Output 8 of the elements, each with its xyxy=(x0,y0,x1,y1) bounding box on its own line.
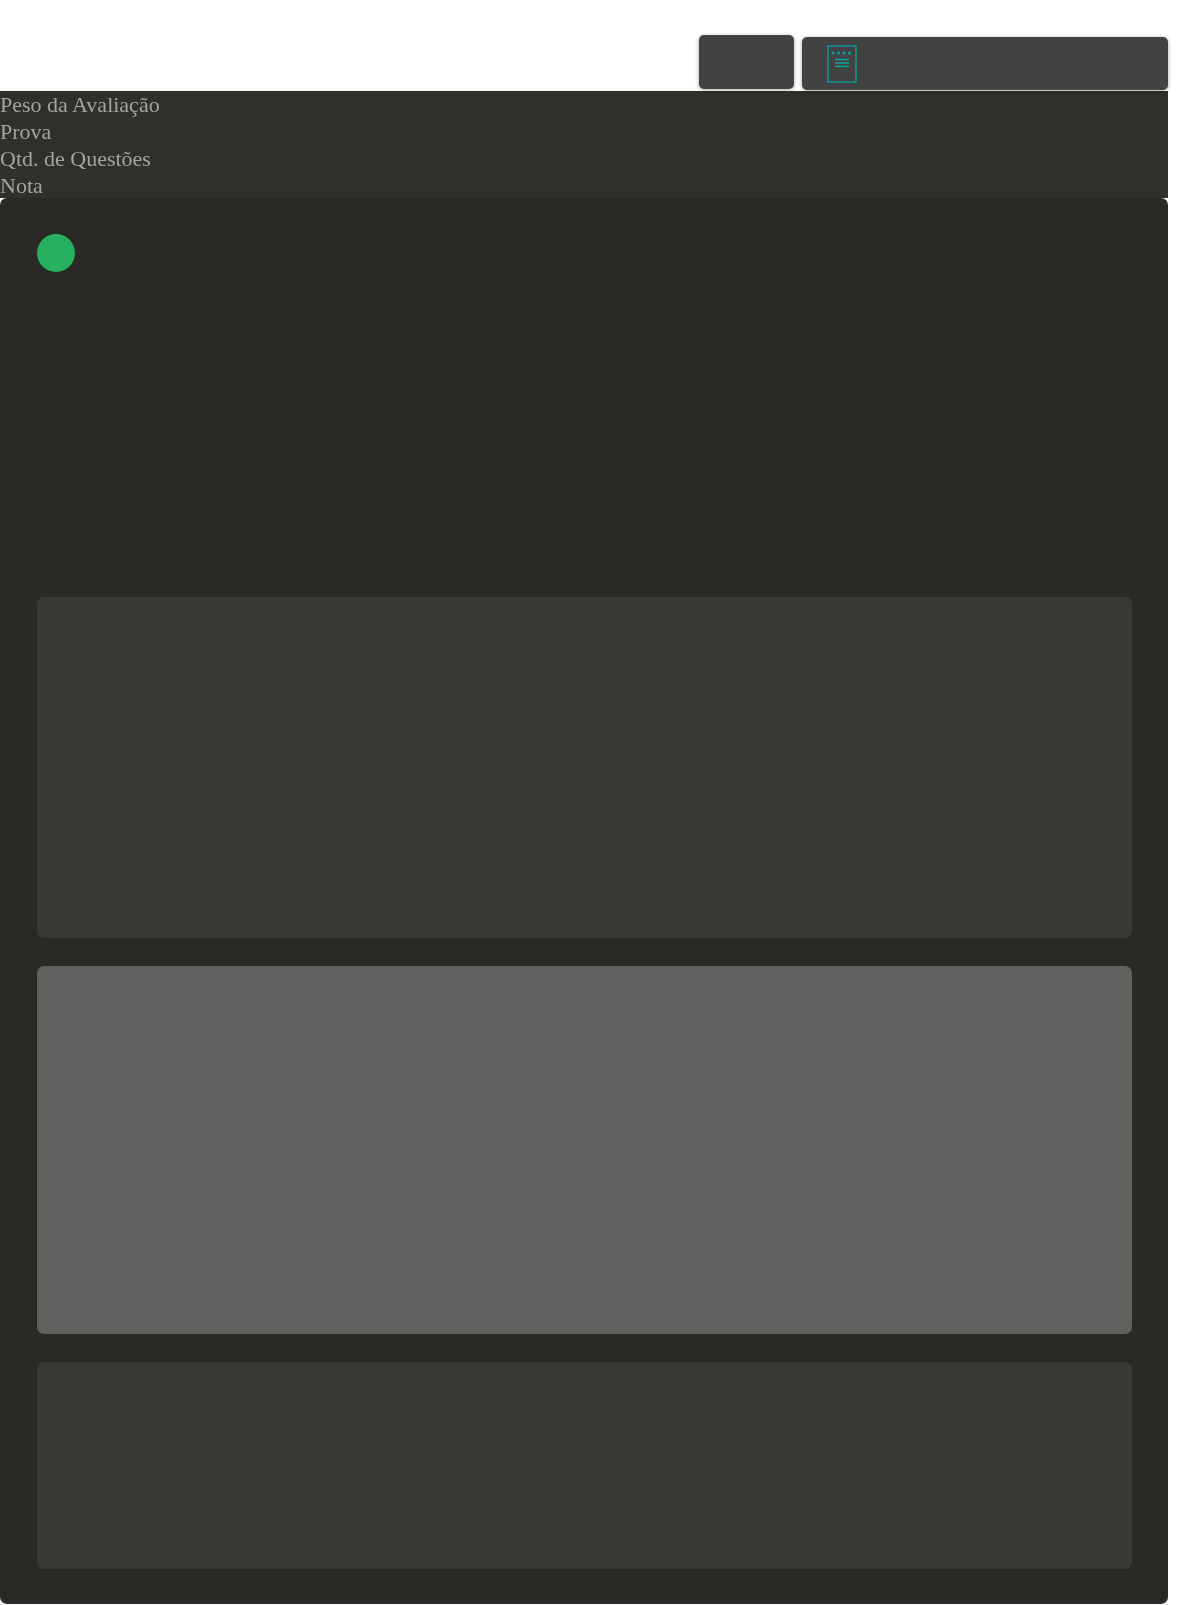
column-label: Nota xyxy=(0,172,43,199)
document-icon xyxy=(827,44,857,83)
status-dot xyxy=(37,234,75,272)
document-button[interactable] xyxy=(802,37,1168,90)
column-label: Qtd. de Questões xyxy=(0,145,151,172)
column-label: Prova xyxy=(0,118,52,145)
toolbar-button[interactable] xyxy=(699,35,794,89)
column-label: Peso da Avaliação xyxy=(0,91,160,118)
